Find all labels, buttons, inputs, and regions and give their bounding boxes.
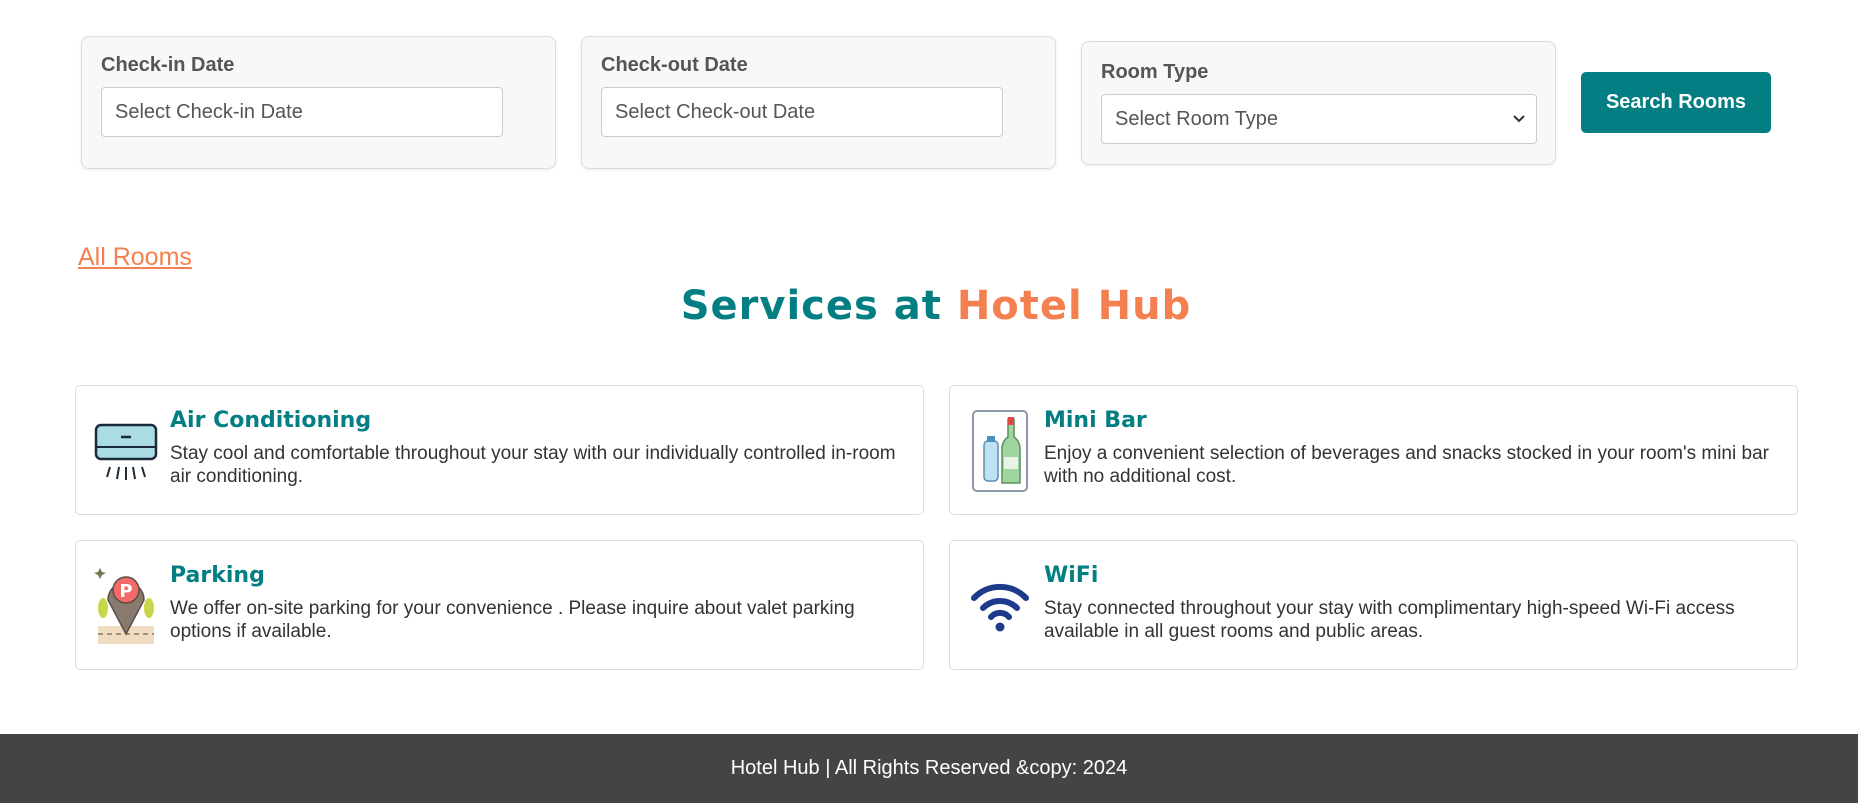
mini-bar-icon bbox=[968, 408, 1032, 494]
checkout-date-input[interactable] bbox=[615, 100, 989, 124]
service-name: Parking bbox=[170, 563, 265, 588]
search-rooms-button[interactable]: Search Rooms bbox=[1581, 72, 1771, 133]
room-type-selected-value: Select Room Type bbox=[1115, 107, 1279, 130]
service-name: Mini Bar bbox=[1044, 408, 1147, 433]
service-description: Stay cool and comfortable throughout you… bbox=[170, 443, 896, 487]
services-heading: Services at Hotel Hub bbox=[0, 283, 1858, 329]
service-card-parking: P Parking We offer on-site parking for y… bbox=[75, 540, 924, 670]
service-name: WiFi bbox=[1044, 563, 1099, 588]
roomtype-card: Room Type Select Room Type bbox=[1081, 41, 1556, 165]
checkin-card: Check-in Date bbox=[81, 36, 556, 169]
parking-icon: P bbox=[94, 563, 158, 649]
checkin-label: Check-in Date bbox=[101, 54, 235, 76]
services-heading-prefix: Services at bbox=[680, 283, 942, 329]
service-description: Stay connected throughout your stay with… bbox=[1044, 598, 1735, 642]
services-heading-brand: Hotel Hub bbox=[956, 283, 1192, 329]
footer: Hotel Hub | All Rights Reserved &copy: 2… bbox=[0, 734, 1858, 803]
room-type-select[interactable]: Select Room Type bbox=[1101, 94, 1537, 144]
service-description: We offer on-site parking for your conven… bbox=[170, 598, 855, 642]
chevron-down-icon bbox=[1513, 115, 1525, 123]
svg-text:P: P bbox=[119, 581, 132, 602]
checkout-date-field[interactable] bbox=[601, 87, 1003, 137]
all-rooms-link[interactable]: All Rooms bbox=[78, 243, 192, 272]
checkout-label: Check-out Date bbox=[601, 54, 748, 76]
checkin-date-input[interactable] bbox=[115, 100, 489, 124]
service-card-mini-bar: Mini Bar Enjoy a convenient selection of… bbox=[949, 385, 1798, 515]
wifi-icon bbox=[968, 563, 1032, 649]
footer-copyright: Hotel Hub | All Rights Reserved &copy: 2… bbox=[730, 757, 1128, 779]
service-description: Enjoy a convenient selection of beverage… bbox=[1044, 443, 1769, 487]
service-name: Air Conditioning bbox=[170, 408, 372, 433]
service-card-wifi: WiFi Stay connected throughout your stay… bbox=[949, 540, 1798, 670]
checkout-card: Check-out Date bbox=[581, 36, 1056, 169]
checkin-date-field[interactable] bbox=[101, 87, 503, 137]
air-conditioner-icon bbox=[94, 408, 158, 494]
roomtype-label: Room Type bbox=[1101, 61, 1209, 83]
service-card-air-conditioning: Air Conditioning Stay cool and comfortab… bbox=[75, 385, 924, 515]
